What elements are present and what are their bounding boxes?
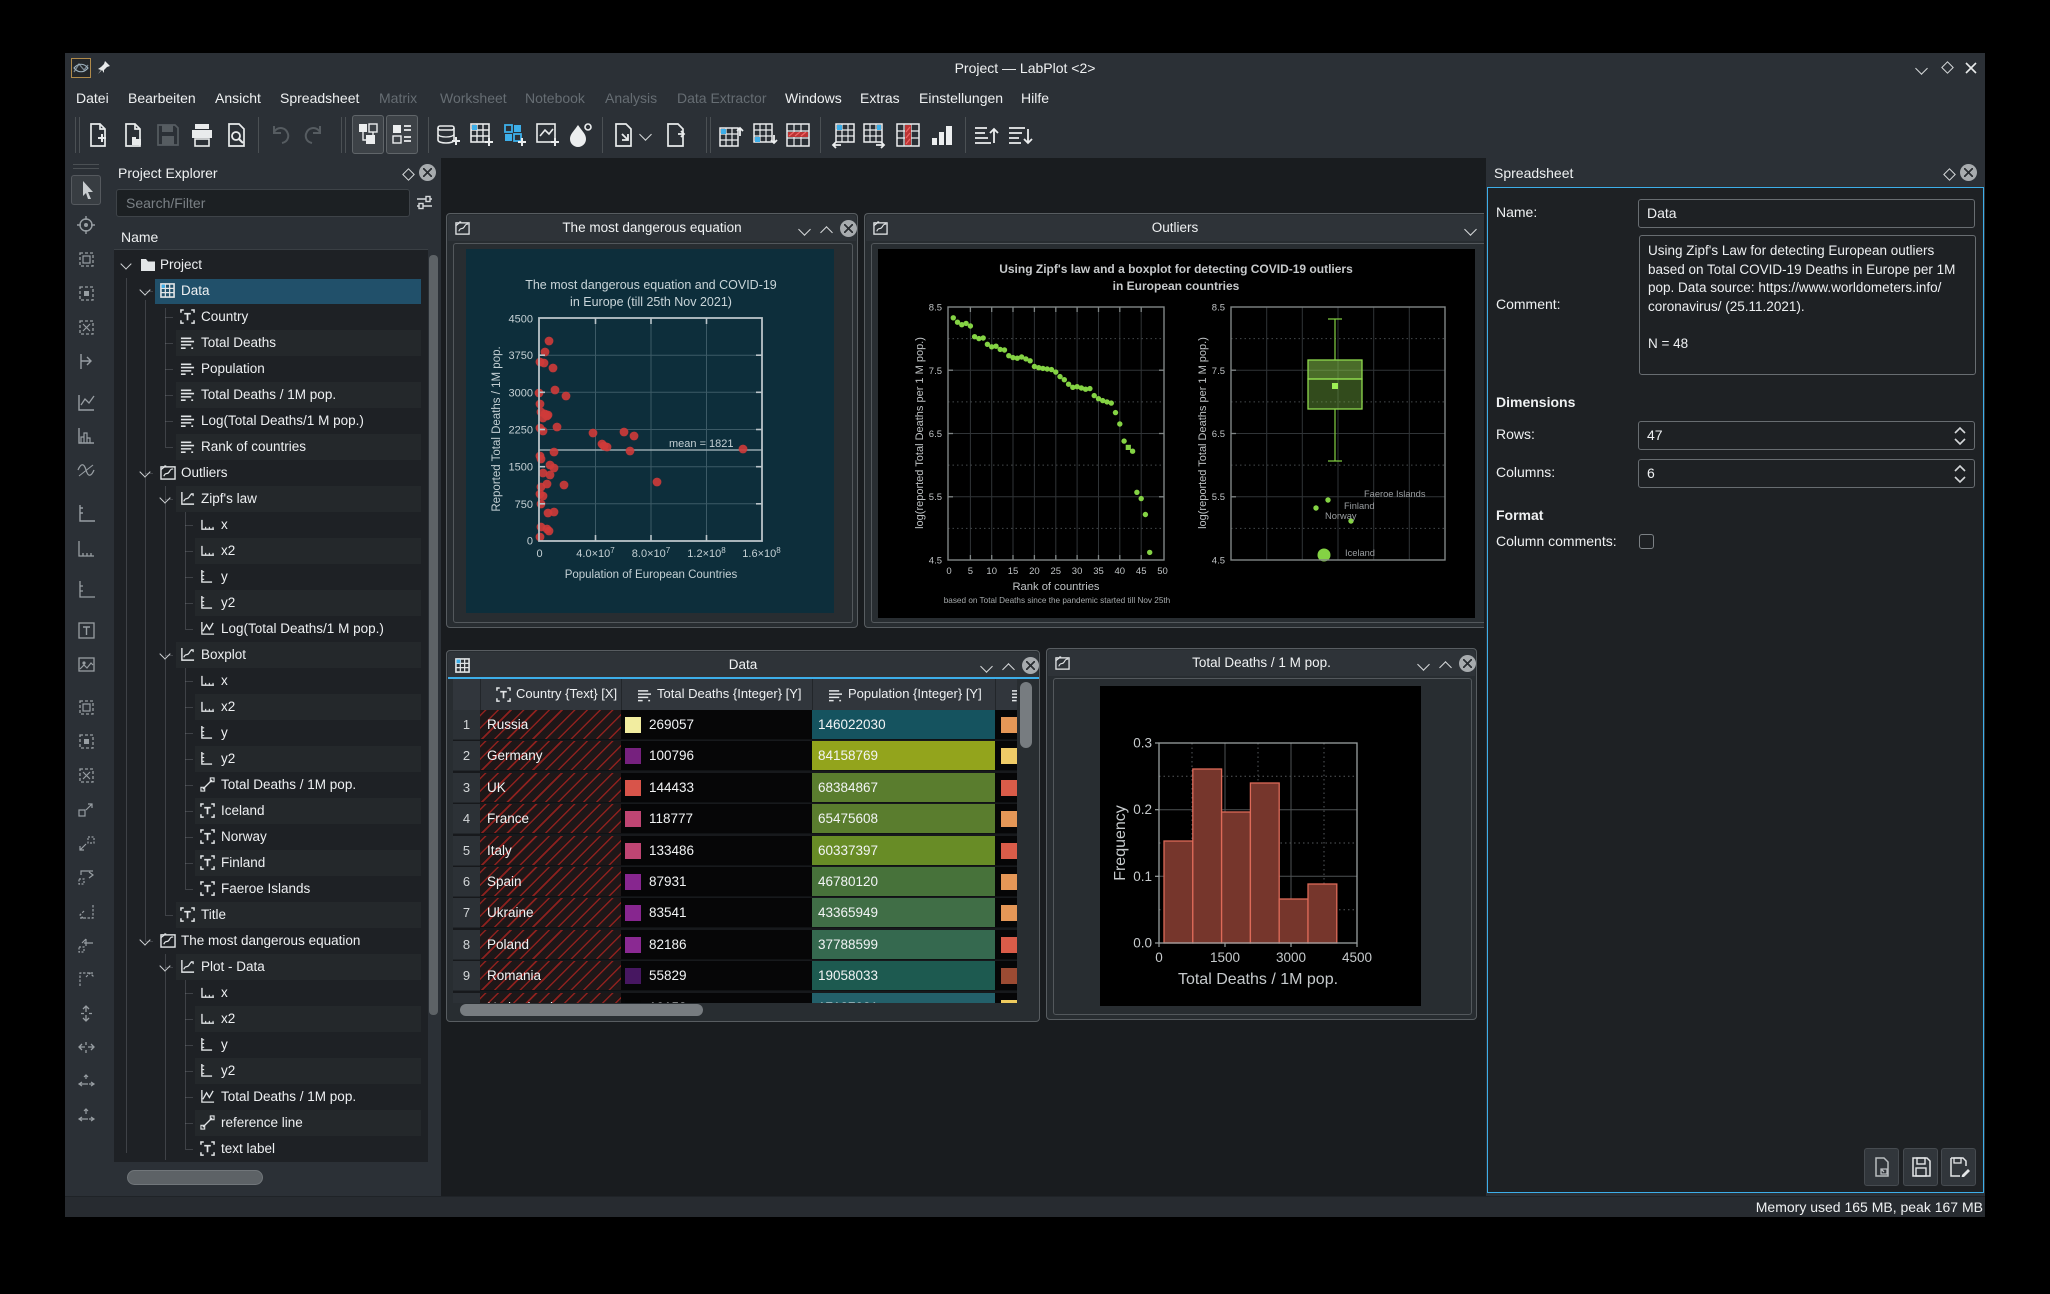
svg-text:5.5: 5.5 [929,492,942,503]
svg-text:Rank of countries: Rank of countries [1012,581,1099,593]
svg-text:4.5: 4.5 [1212,556,1225,567]
svg-text:45: 45 [1136,566,1147,577]
svg-text:1.6×108: 1.6×108 [742,546,781,560]
svg-text:Population of European Countri: Population of European Countries [565,569,738,581]
svg-text:4.0×107: 4.0×107 [576,546,615,560]
svg-text:7.5: 7.5 [929,366,942,377]
svg-text:25: 25 [1051,566,1062,577]
svg-text:0.1: 0.1 [1133,869,1152,884]
svg-text:750: 750 [515,499,533,511]
svg-text:0.2: 0.2 [1133,802,1152,817]
svg-text:0: 0 [946,566,951,577]
svg-text:4500: 4500 [1342,950,1372,965]
svg-text:6.5: 6.5 [929,429,942,440]
svg-text:1500: 1500 [1210,950,1240,965]
svg-text:7.5: 7.5 [1212,366,1225,377]
svg-text:0.0: 0.0 [1133,936,1152,951]
svg-text:Faeroe Islands: Faeroe Islands [1364,489,1426,499]
svg-text:Total Deaths / 1M pop.: Total Deaths / 1M pop. [1178,971,1338,988]
svg-text:Frequency: Frequency [1112,805,1129,881]
svg-text:5: 5 [968,566,973,577]
svg-text:15: 15 [1008,566,1019,577]
svg-text:8.0×107: 8.0×107 [632,546,671,560]
svg-text:0.3: 0.3 [1133,736,1152,751]
svg-text:Iceland: Iceland [1345,548,1375,558]
svg-text:8.5: 8.5 [929,303,942,314]
svg-text:40: 40 [1115,566,1126,577]
svg-text:8.5: 8.5 [1212,303,1225,314]
svg-text:3000: 3000 [509,387,533,399]
svg-text:log(reported Total Deaths per: log(reported Total Deaths per 1 M pop.) [914,337,926,529]
svg-text:30: 30 [1072,566,1083,577]
svg-text:35: 35 [1093,566,1104,577]
svg-text:6.5: 6.5 [1212,429,1225,440]
svg-text:4500: 4500 [509,314,533,326]
svg-text:4.5: 4.5 [929,556,942,567]
svg-text:5.5: 5.5 [1212,492,1225,503]
svg-text:log(reported Total Deaths per: log(reported Total Deaths per 1 M pop.) [1197,337,1209,529]
svg-text:Using Zipf's law and a boxplot: Using Zipf's law and a boxplot for detec… [999,262,1353,276]
svg-text:1.2×108: 1.2×108 [687,546,726,560]
svg-text:Finland: Finland [1344,501,1375,511]
svg-text:The most dangerous equation an: The most dangerous equation and COVID-19 [525,278,777,292]
svg-text:1500: 1500 [509,462,533,474]
svg-text:0: 0 [1155,950,1163,965]
svg-text:50: 50 [1157,566,1168,577]
svg-text:in European countries: in European countries [1113,279,1240,293]
svg-text:in Europe (till 25th Nov 2021): in Europe (till 25th Nov 2021) [570,295,732,309]
svg-text:3750: 3750 [509,350,533,362]
svg-text:3000: 3000 [1276,950,1306,965]
svg-text:0: 0 [527,536,533,548]
svg-text:10: 10 [986,566,997,577]
svg-text:2250: 2250 [509,425,533,437]
svg-text:mean = 1821: mean = 1821 [669,438,734,450]
svg-text:0: 0 [536,548,542,560]
svg-text:20: 20 [1029,566,1040,577]
svg-text:Norway: Norway [1325,511,1357,521]
svg-text:based on Total Deaths since th: based on Total Deaths since the pandemic… [944,596,1171,605]
svg-text:Reported Total Deaths / 1M pop: Reported Total Deaths / 1M pop. [491,346,503,511]
